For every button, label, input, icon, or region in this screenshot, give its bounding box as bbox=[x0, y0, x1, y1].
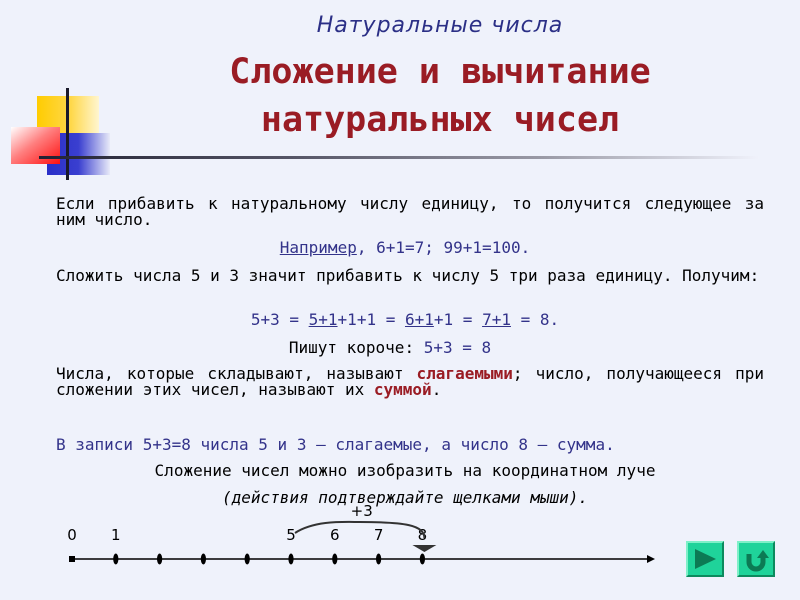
slide-title: Сложение и вычитание натуральных чисел bbox=[110, 48, 770, 144]
paragraph-number-line-intro: Сложение чисел можно изобразить на коорд… bbox=[154, 461, 656, 480]
number-line-label: 0 bbox=[67, 526, 77, 544]
paragraph-example: Например, 6+1=7; 99+1=100. bbox=[0, 240, 800, 256]
next-slide-button[interactable] bbox=[686, 541, 724, 577]
paragraph-record-explanation: В записи 5+3=8 числа 5 и 3 – слагаемые, … bbox=[56, 435, 615, 454]
number-line-point bbox=[288, 553, 294, 565]
short-form-formula: 5+3 = 8 bbox=[423, 338, 492, 357]
paragraph-addition-definition: Сложить числа 5 и 3 значит прибавить к ч… bbox=[56, 266, 760, 285]
step-link-1[interactable]: 5+1 bbox=[309, 310, 338, 329]
axis-arrow-icon bbox=[647, 555, 655, 563]
step-text: = 8. bbox=[510, 310, 560, 329]
number-line-label: 6 bbox=[330, 526, 340, 544]
header-divider bbox=[39, 156, 759, 159]
term-sum: суммой bbox=[373, 380, 432, 399]
terms-text: . bbox=[431, 380, 442, 399]
jump-label: +3 bbox=[351, 502, 373, 520]
step-link-2[interactable]: 6+1 bbox=[405, 310, 434, 329]
paragraph-terms: Числа, которые складывают, называют слаг… bbox=[56, 366, 764, 398]
paragraph-successor: Если прибавить к натуральному числу един… bbox=[56, 194, 764, 229]
step-text: 5+3 = bbox=[250, 310, 309, 329]
paragraph-short-form: Пишут короче: 5+3 = 8 bbox=[0, 340, 780, 356]
step-link-3[interactable]: 7+1 bbox=[482, 310, 511, 329]
number-line-label: 5 bbox=[286, 526, 296, 544]
number-line: 015678 +3 bbox=[67, 502, 655, 565]
number-line-point bbox=[332, 553, 338, 565]
step-text: +1 = bbox=[433, 310, 483, 329]
logo-vertical-line bbox=[66, 88, 69, 180]
number-line-label: 7 bbox=[374, 526, 384, 544]
number-line-point bbox=[113, 553, 119, 565]
number-line-origin bbox=[69, 556, 75, 562]
example-link[interactable]: Например bbox=[280, 238, 357, 257]
number-line-point bbox=[376, 553, 382, 565]
play-icon bbox=[695, 549, 716, 569]
title-line-1: Сложение и вычитание bbox=[229, 52, 651, 92]
slide-subtitle: Натуральные числа bbox=[316, 13, 564, 38]
number-line-point bbox=[157, 553, 163, 565]
number-line-point bbox=[419, 553, 425, 565]
jump-arrow-icon bbox=[412, 545, 437, 552]
title-line-2: натуральных чисел bbox=[260, 100, 620, 140]
example-text: , 6+1=7; 99+1=100. bbox=[356, 238, 531, 257]
number-line-label: 1 bbox=[111, 526, 121, 544]
u-turn-arrow-icon bbox=[746, 550, 769, 572]
return-button[interactable] bbox=[737, 541, 775, 577]
short-form-label: Пишут короче: bbox=[288, 338, 424, 357]
number-line-point bbox=[200, 553, 206, 565]
paragraph-addition-steps: 5+3 = 5+1+1+1 = 6+1+1 = 7+1 = 8. bbox=[0, 312, 800, 328]
step-text: +1+1 = bbox=[337, 310, 405, 329]
number-line-point bbox=[244, 553, 250, 565]
jump-arc bbox=[294, 520, 426, 539]
